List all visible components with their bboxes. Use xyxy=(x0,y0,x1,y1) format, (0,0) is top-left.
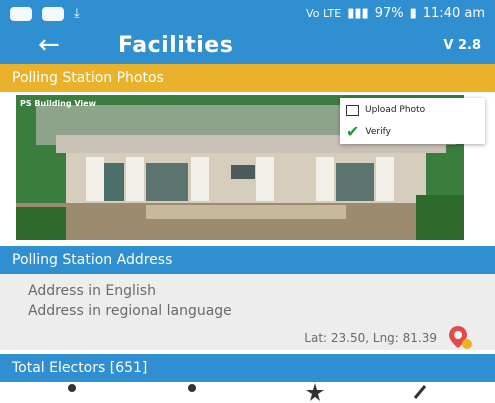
address-section-title: Polling Station Address xyxy=(12,252,173,268)
status-bar: ⤓ Vo LTE ▮▮▮ 97% ▮ 11:40 am xyxy=(0,0,495,28)
verify-label: Verify xyxy=(365,127,391,137)
male-icon xyxy=(68,384,76,392)
photos-section-header: Polling Station Photos xyxy=(0,64,495,92)
media-icon xyxy=(42,6,64,21)
battery-icon: ▮ xyxy=(409,6,417,21)
status-left-icons: ⤓ xyxy=(10,6,80,21)
verify-button[interactable]: ✔ Verify xyxy=(346,123,391,141)
photos-section-title: Polling Station Photos xyxy=(12,70,164,86)
address-block: Address in English Address in regional l… xyxy=(0,274,495,350)
coordinates: Lat: 23.50, Lng: 81.39 xyxy=(304,331,437,345)
photo-options-menu: Upload Photo ✔ Verify xyxy=(340,98,485,144)
upload-photo-icon xyxy=(346,104,359,116)
battery-percent: 97% xyxy=(374,6,404,21)
address-section-header: Polling Station Address xyxy=(0,246,495,274)
electors-section-title: Total Electors [651] xyxy=(12,360,148,376)
app-bar: ← Facilities V 2.8 xyxy=(0,28,495,64)
address-regional: Address in regional language xyxy=(28,303,232,319)
photo-caption: PS Building View xyxy=(20,99,96,108)
page-title: Facilities xyxy=(118,33,234,58)
location-pin-icon[interactable] xyxy=(447,324,473,350)
version-label: V 2.8 xyxy=(443,38,481,53)
upload-photo-label: Upload Photo xyxy=(365,105,426,115)
other-icon xyxy=(413,385,427,399)
status-right: Vo LTE ▮▮▮ 97% ▮ 11:40 am xyxy=(306,6,485,21)
address-english: Address in English xyxy=(28,283,156,299)
message-icon xyxy=(10,6,32,21)
electors-section-header: Total Electors [651] xyxy=(0,354,495,382)
female-icon xyxy=(188,384,196,392)
upload-photo-button[interactable]: Upload Photo xyxy=(346,101,425,119)
clock: 11:40 am xyxy=(422,6,485,21)
back-arrow-icon[interactable]: ← xyxy=(38,30,60,60)
download-icon: ⤓ xyxy=(74,6,80,21)
electors-icons-row xyxy=(0,382,495,403)
check-icon: ✔ xyxy=(346,122,360,141)
signal-icon: ▮▮▮ xyxy=(347,6,369,21)
star-icon xyxy=(306,383,324,401)
lte-indicator: Vo LTE xyxy=(306,7,342,20)
